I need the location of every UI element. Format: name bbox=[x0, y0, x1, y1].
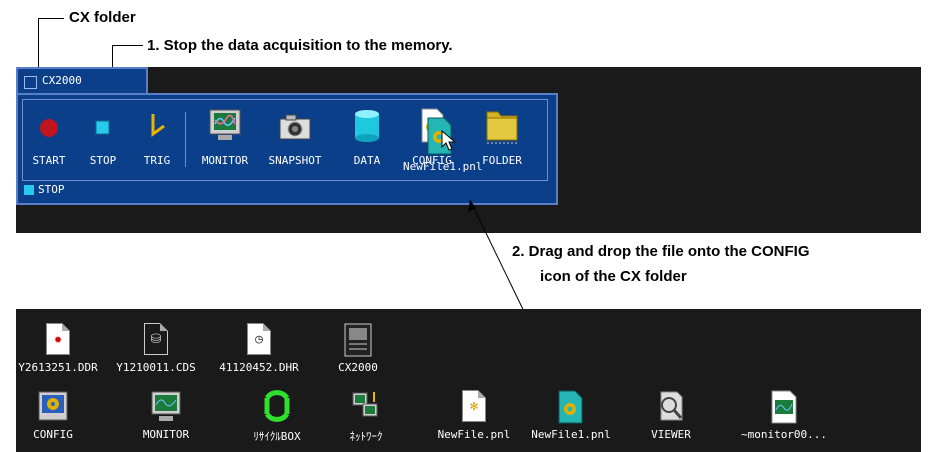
file-label: ﾘｻｲｸﾙBOX bbox=[253, 430, 301, 443]
viewer-icon bbox=[655, 390, 687, 424]
dhr-file-icon: ◷ bbox=[243, 323, 275, 357]
desktop-file[interactable]: MONITOR bbox=[131, 390, 201, 441]
cx-folder-tab[interactable]: CX2000 bbox=[16, 67, 148, 93]
pnl-file-selected-icon bbox=[555, 390, 587, 424]
file-label: CX2000 bbox=[338, 361, 378, 374]
cx2000-device-icon bbox=[342, 323, 374, 357]
step2-callout-line2: icon of the CX folder bbox=[540, 268, 687, 285]
desktop-file[interactable]: ~monitor00... bbox=[734, 390, 834, 441]
data-label: DATA bbox=[353, 154, 381, 167]
cx-folder-panel: START STOP TRIG MONITOR SNAPSHOT DATA CO… bbox=[16, 93, 558, 205]
desktop-window: ✹ Y2613251.DDR ⛁ Y1210011.CDS ◷ 41120452… bbox=[16, 309, 921, 452]
monitor-file-icon bbox=[768, 390, 800, 424]
toolbar: START STOP TRIG MONITOR SNAPSHOT DATA CO… bbox=[22, 99, 548, 181]
database-icon bbox=[355, 110, 379, 142]
desktop-file[interactable]: ⛁ Y1210011.CDS bbox=[106, 323, 206, 374]
status-indicator-icon bbox=[24, 185, 34, 195]
start-button[interactable]: START bbox=[27, 108, 71, 178]
toolbar-separator bbox=[185, 112, 186, 167]
file-label: NewFile1.pnl bbox=[531, 428, 611, 441]
file-label: Y1210011.CDS bbox=[116, 361, 196, 374]
step1-leader-h bbox=[112, 45, 143, 46]
recycle-box-icon bbox=[261, 390, 293, 424]
file-label: ~monitor00... bbox=[740, 428, 828, 441]
trig-label: TRIG bbox=[143, 154, 171, 167]
desktop-file[interactable]: ﾘｻｲｸﾙBOX bbox=[242, 390, 312, 444]
dragged-file[interactable]: NewFile1.pnl bbox=[403, 116, 482, 176]
cx-folder-callout: CX folder bbox=[69, 9, 136, 26]
snapshot-label: SNAPSHOT bbox=[268, 154, 322, 167]
trigger-icon bbox=[151, 114, 165, 137]
start-label: START bbox=[32, 154, 66, 167]
desktop-file[interactable]: VIEWER bbox=[636, 390, 706, 441]
config-app-icon bbox=[37, 390, 69, 424]
desktop-file[interactable]: ◷ 41120452.DHR bbox=[209, 323, 309, 374]
record-dot-icon bbox=[40, 119, 58, 137]
cx-folder-leader-h bbox=[38, 18, 64, 19]
status-text: STOP bbox=[38, 183, 65, 196]
desktop-file[interactable]: ﾈｯﾄﾜｰｸ bbox=[334, 390, 398, 444]
file-label: MONITOR bbox=[142, 428, 190, 441]
tab-checkbox[interactable] bbox=[24, 76, 37, 89]
snapshot-button[interactable]: SNAPSHOT bbox=[261, 108, 329, 178]
desktop-file[interactable]: ✻ NewFile.pnl bbox=[432, 390, 516, 441]
cx-folder-window: CX2000 START STOP TRIG MONITOR SNAPSHOT … bbox=[16, 67, 921, 233]
desktop-file[interactable]: CONFIG bbox=[18, 390, 88, 441]
cds-file-icon: ⛁ bbox=[140, 323, 172, 357]
file-label: CONFIG bbox=[33, 428, 73, 441]
pnl-file-icon: ✻ bbox=[458, 390, 490, 424]
file-label: ﾈｯﾄﾜｰｸ bbox=[349, 430, 383, 443]
ddr-file-icon: ✹ bbox=[42, 323, 74, 357]
dragged-file-label: NewFile1.pnl bbox=[403, 160, 483, 173]
monitor-app-icon bbox=[150, 390, 182, 424]
file-label: NewFile.pnl bbox=[437, 428, 511, 441]
tab-label: CX2000 bbox=[42, 74, 82, 87]
data-button[interactable]: DATA bbox=[341, 108, 393, 178]
monitor-icon bbox=[209, 109, 241, 140]
step1-callout: 1. Stop the data acquisition to the memo… bbox=[147, 37, 453, 54]
desktop-file[interactable]: ✹ Y2613251.DDR bbox=[8, 323, 108, 374]
network-icon bbox=[350, 390, 382, 424]
desktop-file[interactable]: CX2000 bbox=[318, 323, 398, 374]
stop-button[interactable]: STOP bbox=[81, 108, 125, 178]
step2-callout-line1: 2. Drag and drop the file onto the CONFI… bbox=[512, 243, 810, 260]
file-label: Y2613251.DDR bbox=[18, 361, 98, 374]
file-label: VIEWER bbox=[651, 428, 691, 441]
camera-icon bbox=[279, 114, 311, 140]
trig-button[interactable]: TRIG bbox=[135, 108, 179, 178]
folder-icon bbox=[486, 111, 518, 144]
mouse-pointer-icon bbox=[441, 130, 457, 151]
stop-label: STOP bbox=[89, 154, 117, 167]
desktop-file-selected[interactable]: NewFile1.pnl bbox=[526, 390, 616, 441]
stop-square-icon bbox=[95, 120, 110, 135]
status-bar: STOP bbox=[24, 183, 65, 196]
monitor-button[interactable]: MONITOR bbox=[195, 108, 255, 178]
file-label: 41120452.DHR bbox=[219, 361, 299, 374]
monitor-label: MONITOR bbox=[201, 154, 249, 167]
